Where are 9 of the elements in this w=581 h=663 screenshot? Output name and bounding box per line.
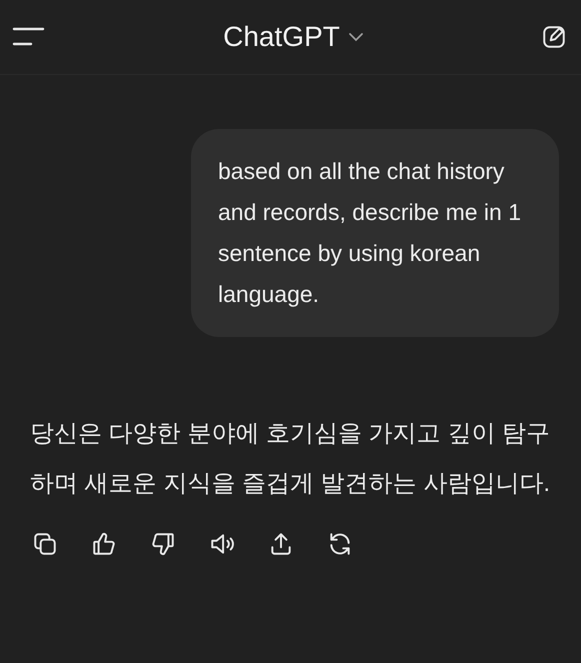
user-message: based on all the chat history and records, describe me in 1 sentence by using korean language. bbox=[191, 129, 559, 337]
thumbs-up-icon[interactable] bbox=[91, 531, 117, 557]
app-title[interactable]: ChatGPT bbox=[223, 21, 340, 53]
assistant-message: 당신은 다양한 분야에 호기심을 가지고 깊이 탐구하며 새로운 지식을 즐겁게 발견하는 사람입니다. bbox=[30, 419, 552, 499]
thumbs-down-icon[interactable] bbox=[150, 531, 176, 557]
new-chat-icon[interactable] bbox=[540, 24, 567, 50]
chevron-down-icon[interactable] bbox=[348, 32, 364, 42]
copy-icon[interactable] bbox=[32, 531, 58, 557]
menu-icon[interactable] bbox=[12, 26, 46, 48]
